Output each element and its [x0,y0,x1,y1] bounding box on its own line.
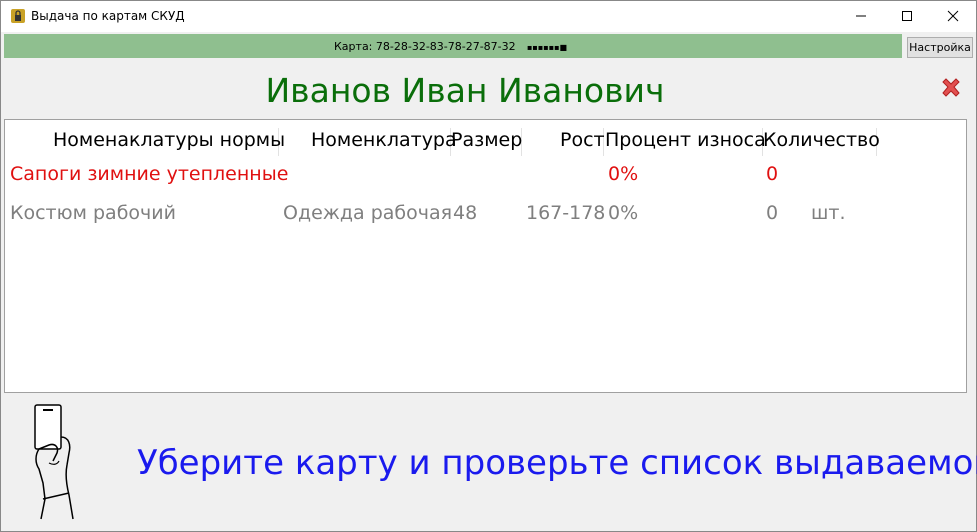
cell-size: 48 [453,202,478,224]
cell-quantity: 0 [766,163,779,185]
card-number: Карта: 78-28-32-83-78-27-87-32 [334,40,516,53]
cell-unit: шт. [811,202,846,224]
cell-wear: 0% [608,163,639,185]
close-x-icon [942,78,960,97]
cell-quantity: 0 [766,202,779,224]
column-header-wear[interactable]: Процент износа [605,128,766,156]
cell-nomenclature: Одежда рабочая [283,202,453,224]
main-window: Выдача по картам СКУД Карта: 78-28-32-83… [0,0,977,532]
close-window-button[interactable] [930,1,976,32]
title-bar[interactable]: Выдача по картам СКУД [1,1,976,32]
employee-name: Иванов Иван Иванович [265,71,665,110]
settings-button[interactable]: Настройка [907,37,973,58]
maximize-icon [902,11,912,21]
cell-wear: 0% [608,202,639,224]
maximize-button[interactable] [884,1,930,32]
issue-table[interactable]: Номенаклатуры нормы Номенклатура Размер … [4,119,967,393]
column-header-height[interactable]: Рост [560,128,605,156]
minimize-icon [856,15,866,17]
card-mask: ▪▪▪▪▪▪■ [527,43,568,52]
close-x-button[interactable] [939,76,963,100]
cell-norm: Сапоги зимние утепленные [10,163,289,185]
minimize-button[interactable] [838,1,884,32]
instruction-text: Уберите карту и проверьте список выдавае… [137,443,977,483]
cell-height: 167-178 [526,202,606,224]
column-header-size[interactable]: Размер [451,128,522,156]
column-header-norm[interactable]: Номенаклатуры нормы [53,128,285,156]
close-icon [947,10,959,22]
column-header-nomenclature[interactable]: Номенклатура [311,128,457,156]
cell-norm: Костюм рабочий [10,202,176,224]
card-status-bar: Карта: 78-28-32-83-78-27-87-32 ▪▪▪▪▪▪■ [4,34,902,58]
hand-card-icon [29,403,85,521]
app-lock-icon [10,8,26,24]
column-header-quantity[interactable]: Количество [763,128,880,156]
window-title: Выдача по картам СКУД [31,9,185,23]
